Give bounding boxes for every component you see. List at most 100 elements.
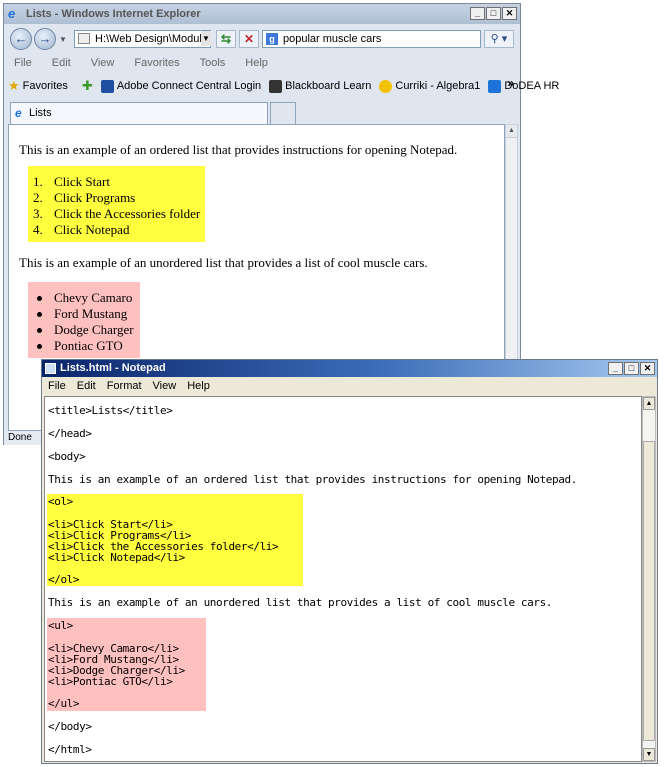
list-item-label: Click Programs [54, 190, 136, 205]
list-item-label: Click Start [54, 174, 110, 189]
code-line: <ul> [48, 619, 73, 632]
list-item-label: Click the Accessories folder [54, 206, 201, 221]
code-line: </ul> [48, 697, 80, 710]
scroll-up-icon[interactable]: ▲ [643, 397, 655, 410]
favorite-link-blackboard[interactable]: Blackboard Learn [265, 79, 375, 93]
favorites-label: Favorites [22, 80, 68, 92]
menu-edit[interactable]: Edit [52, 54, 71, 72]
ie-page-icon: e [15, 106, 22, 120]
dodea-icon [488, 79, 502, 93]
ordered-intro: This is an example of an ordered list th… [19, 142, 458, 157]
ie-address-bar: ← → ▼ H:\Web Design\Module : ▼ ⇆ ✕ g pop… [4, 24, 520, 54]
notepad-title-bar[interactable]: Lists.html - Notepad _ □ ✕ [42, 360, 657, 377]
menu-format[interactable]: Format [107, 377, 142, 395]
close-button[interactable]: ✕ [640, 362, 655, 375]
code-line: <title>Lists</title> [48, 404, 173, 417]
address-input[interactable]: H:\Web Design\Module : [74, 30, 211, 48]
bullet-icon [37, 328, 42, 333]
code-line: <ol> [48, 495, 73, 508]
maximize-button[interactable]: □ [624, 362, 639, 375]
back-button[interactable]: ← [10, 28, 32, 50]
favorites-more-chevron-icon[interactable]: » [507, 76, 514, 90]
favorite-link-dodea[interactable]: DoDEA HR [484, 79, 563, 93]
tab-strip: e Lists [4, 100, 520, 124]
favorite-label: Curriki - Algebra1 [395, 80, 481, 92]
scroll-down-icon[interactable]: ▼ [643, 748, 655, 761]
menu-help[interactable]: Help [245, 54, 268, 72]
list-number: 3. [33, 206, 43, 221]
list-number: 2. [33, 190, 43, 205]
curriki-icon [379, 79, 393, 93]
notepad-vertical-scrollbar[interactable]: ▲ ▼ [642, 396, 656, 762]
menu-file[interactable]: File [14, 54, 32, 72]
code-line: </head> [48, 427, 92, 440]
list-item-label: Dodge Charger [54, 322, 134, 337]
code-line: </ol> [48, 573, 80, 586]
page-icon [78, 33, 90, 44]
list-number: 1. [33, 174, 43, 189]
minimize-button[interactable]: _ [470, 7, 485, 20]
scroll-thumb[interactable] [643, 441, 655, 741]
adobe-connect-icon [100, 79, 114, 93]
ie-logo-icon: e [8, 6, 16, 21]
maximize-button[interactable]: □ [486, 7, 501, 20]
bullet-icon [37, 312, 42, 317]
ordered-list: 1. Click Start 2. Click Programs 3. Clic… [28, 166, 205, 242]
code-line: </html> [48, 743, 92, 756]
notepad-menu-bar: File Edit Format View Help [42, 377, 657, 395]
code-line: <li>Pontiac GTO</li> [48, 675, 173, 688]
address-text: H:\Web Design\Module : [95, 33, 211, 45]
blackboard-icon [269, 79, 283, 93]
close-button[interactable]: ✕ [502, 7, 517, 20]
tab-label: Lists [29, 107, 52, 119]
code-line: This is an example of an unordered list … [48, 596, 553, 609]
text-editor[interactable]: <title>Lists</title> </head> <body> This… [44, 396, 642, 762]
address-dropdown-icon[interactable]: ▼ [201, 31, 211, 46]
add-favorite-button[interactable]: ✚ [78, 78, 97, 94]
code-line: <li>Click Notepad</li> [48, 551, 185, 564]
menu-view[interactable]: View [91, 54, 115, 72]
notepad-window: Lists.html - Notepad _ □ ✕ File Edit For… [41, 359, 658, 764]
scroll-up-icon[interactable]: ▲ [506, 125, 517, 138]
favorite-link-adobe[interactable]: Adobe Connect Central Login [97, 79, 265, 93]
ie-title-bar[interactable]: e Lists - Windows Internet Explorer _ □ … [4, 4, 520, 24]
code-line: </body> [48, 720, 92, 733]
minimize-button[interactable]: _ [608, 362, 623, 375]
add-favorite-icon: ✚ [81, 78, 93, 93]
menu-help[interactable]: Help [187, 377, 210, 395]
menu-tools[interactable]: Tools [200, 54, 226, 72]
unordered-intro: This is an example of an unordered list … [19, 255, 428, 270]
list-item-label: Click Notepad [54, 222, 130, 237]
bullet-icon [37, 296, 42, 301]
search-input[interactable]: g popular muscle cars [262, 30, 481, 48]
list-item-label: Ford Mustang [54, 306, 128, 321]
notepad-icon [45, 363, 56, 374]
menu-edit[interactable]: Edit [77, 377, 96, 395]
menu-file[interactable]: File [48, 377, 66, 395]
favorites-button[interactable]: ★ Favorites [4, 78, 72, 94]
new-tab-button[interactable] [270, 102, 296, 124]
list-item-label: Pontiac GTO [54, 338, 123, 353]
tab-lists[interactable]: e Lists [10, 102, 268, 124]
menu-view[interactable]: View [153, 377, 177, 395]
search-button[interactable]: ⚲ ▾ [484, 30, 514, 48]
ie-menu-bar: File Edit View Favorites Tools Help [4, 54, 520, 72]
code-line: This is an example of an ordered list th… [48, 473, 577, 486]
notepad-window-title: Lists.html - Notepad [60, 362, 166, 374]
favorites-star-icon: ★ [8, 78, 20, 93]
list-number: 4. [33, 222, 43, 237]
favorite-label: Adobe Connect Central Login [116, 80, 262, 92]
history-dropdown-icon[interactable]: ▼ [59, 35, 67, 44]
search-query-text: popular muscle cars [283, 33, 382, 45]
menu-favorites[interactable]: Favorites [134, 54, 179, 72]
forward-button[interactable]: → [34, 28, 56, 50]
code-line: <body> [48, 450, 86, 463]
status-text: Done [8, 432, 32, 443]
refresh-button[interactable]: ⇆ [216, 30, 236, 48]
unordered-list: Chevy Camaro Ford Mustang Dodge Charger … [28, 282, 140, 358]
search-provider-icon: g [266, 33, 278, 45]
favorite-link-curriki[interactable]: Curriki - Algebra1 [375, 79, 484, 93]
favorites-bar: ★ Favorites ✚ Adobe Connect Central Logi… [4, 74, 559, 98]
list-item-label: Chevy Camaro [54, 290, 133, 305]
stop-button[interactable]: ✕ [239, 30, 259, 48]
